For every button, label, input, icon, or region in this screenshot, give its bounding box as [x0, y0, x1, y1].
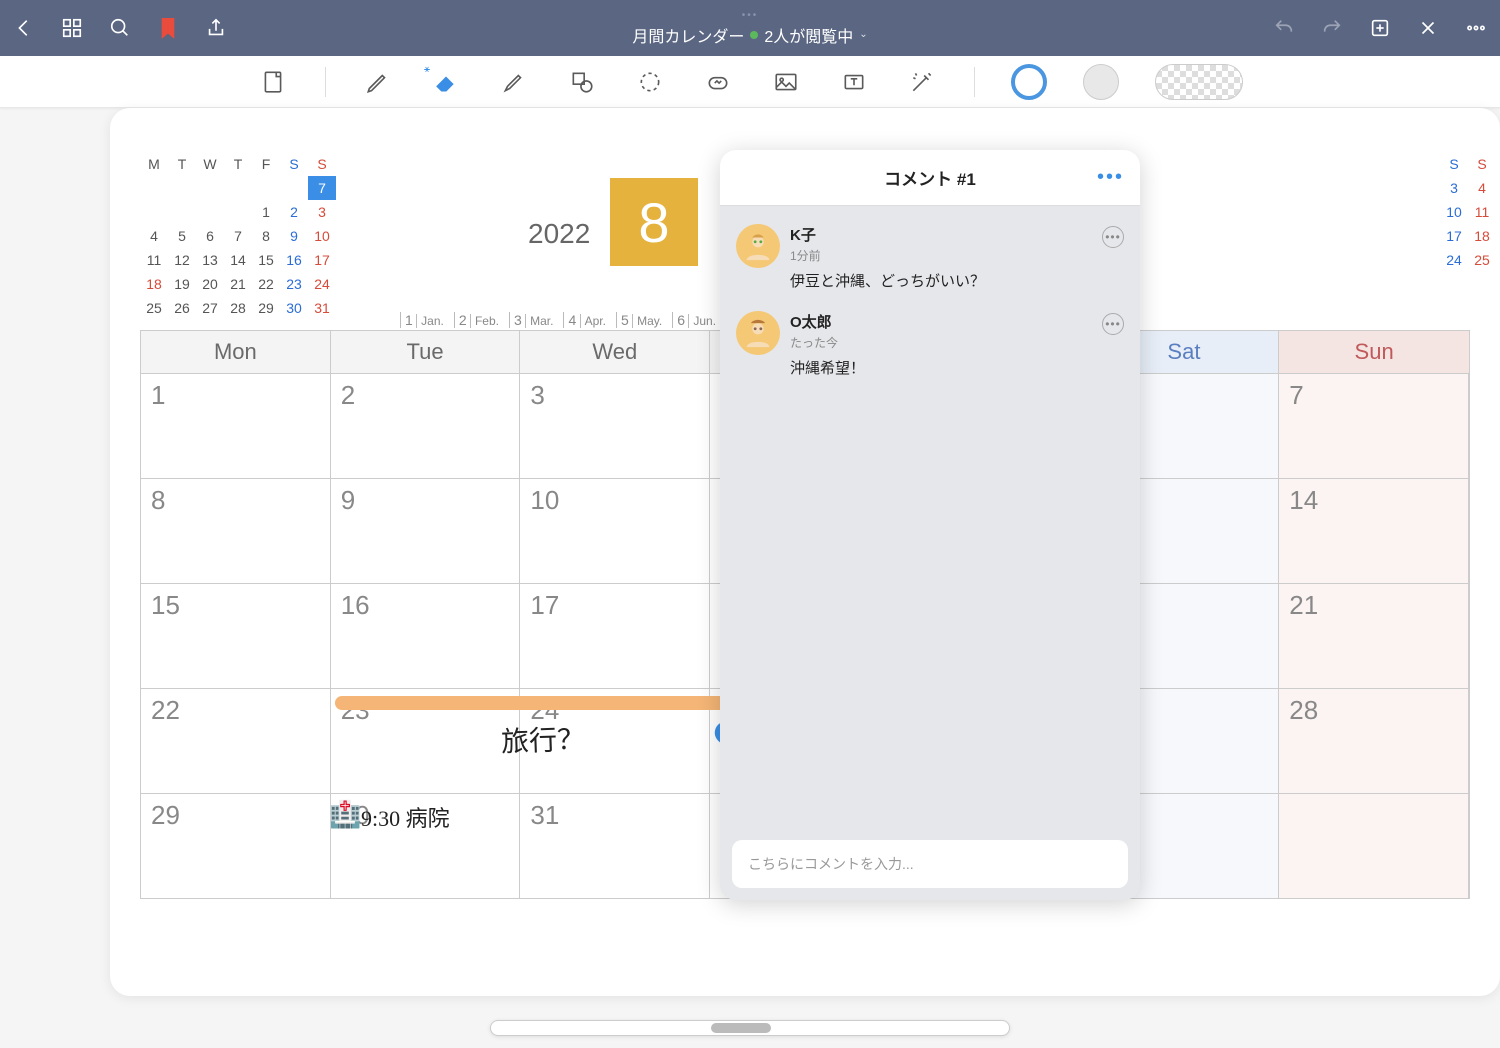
mini-calendar-left[interactable]: MTWTFSS 7 123 45678910 11121314151617 18…: [140, 152, 336, 320]
image-tool-icon[interactable]: [770, 66, 802, 98]
comment-text: 沖縄希望！: [790, 357, 1124, 378]
comment-panel-more-icon[interactable]: •••: [1097, 166, 1124, 189]
color-swatch-secondary[interactable]: [1083, 64, 1119, 100]
transparency-swatch[interactable]: [1155, 64, 1243, 100]
separator: [325, 67, 326, 97]
drag-dots-icon: •••: [742, 10, 759, 21]
year-label: 2022: [528, 218, 590, 250]
comment-panel: コメント #1 ••• K子 1分前 伊豆と沖縄、どっちがいい？ ••• O太郎…: [720, 150, 1140, 900]
comment-time: 1分前: [790, 247, 1124, 264]
document-title-button[interactable]: 月間カレンダー 2人が閲覧中 ⌄: [632, 23, 867, 47]
close-icon[interactable]: [1416, 16, 1440, 40]
viewers-label: 2人が閲覧中: [764, 23, 853, 47]
comment-panel-header: コメント #1 •••: [720, 150, 1140, 206]
page-tool-icon[interactable]: [257, 66, 289, 98]
comment-panel-title: コメント #1: [884, 165, 976, 190]
bluetooth-icon: ⚹: [424, 64, 430, 75]
scrollbar-thumb[interactable]: [711, 1023, 771, 1033]
pen-tool-icon[interactable]: [362, 66, 394, 98]
titlebar: ••• 月間カレンダー 2人が閲覧中 ⌄: [0, 0, 1500, 56]
more-icon[interactable]: [1464, 16, 1488, 40]
eraser-tool-icon[interactable]: ⚹: [430, 66, 462, 98]
color-swatch-primary[interactable]: [1011, 64, 1047, 100]
hospital-emoji-icon: 🏥: [329, 799, 361, 830]
bookmark-icon[interactable]: [156, 16, 180, 40]
add-page-icon[interactable]: [1368, 16, 1392, 40]
comment-item: O太郎 たった今 沖縄希望！ •••: [720, 301, 1140, 388]
horizontal-scrollbar[interactable]: [490, 1020, 1010, 1036]
month-badge: 8: [610, 178, 698, 266]
mini-calendar-right[interactable]: SS 34 1011 1718 2425: [1440, 152, 1500, 272]
share-icon[interactable]: [204, 16, 228, 40]
grid-icon[interactable]: [60, 16, 84, 40]
separator: [974, 67, 975, 97]
handwriting-hospital: 9:30 病院: [361, 801, 450, 833]
highlighter-tool-icon[interactable]: [498, 66, 530, 98]
comment-input[interactable]: こちらにコメントを入力...: [732, 840, 1128, 888]
stamp-tool-icon[interactable]: [702, 66, 734, 98]
avatar: [736, 224, 780, 268]
search-icon[interactable]: [108, 16, 132, 40]
magic-tool-icon[interactable]: [906, 66, 938, 98]
comment-text: 伊豆と沖縄、どっちがいい？: [790, 270, 1124, 291]
undo-icon[interactable]: [1272, 16, 1296, 40]
presence-dot-icon: [750, 31, 758, 39]
comment-time: たった今: [790, 334, 1124, 351]
comment-item: K子 1分前 伊豆と沖縄、どっちがいい？ •••: [720, 214, 1140, 301]
redo-icon[interactable]: [1320, 16, 1344, 40]
back-icon[interactable]: [12, 16, 36, 40]
tool-toolbar: ⚹: [0, 56, 1500, 108]
comment-actions-icon[interactable]: •••: [1102, 313, 1124, 335]
comment-list: K子 1分前 伊豆と沖縄、どっちがいい？ ••• O太郎 たった今 沖縄希望！ …: [720, 206, 1140, 828]
handwriting-trip: 旅行？: [500, 718, 585, 761]
comment-author: O太郎: [790, 311, 1124, 332]
shape-tool-icon[interactable]: [566, 66, 598, 98]
avatar: [736, 311, 780, 355]
comment-author: K子: [790, 224, 1124, 245]
chevron-down-icon: ⌄: [859, 29, 867, 40]
doc-title: 月間カレンダー: [632, 23, 744, 47]
comment-actions-icon[interactable]: •••: [1102, 226, 1124, 248]
text-tool-icon[interactable]: [838, 66, 870, 98]
lasso-tool-icon[interactable]: [634, 66, 666, 98]
